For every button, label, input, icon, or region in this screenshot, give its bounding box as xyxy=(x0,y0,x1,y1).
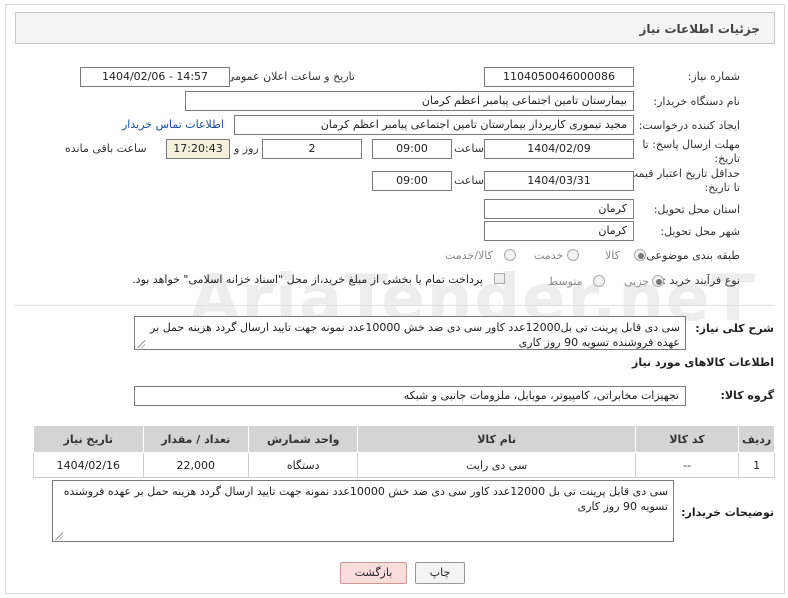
category-option-goods: کالا xyxy=(605,249,620,262)
goods-group-label: گروه کالا: xyxy=(720,389,774,402)
resize-grip-icon[interactable] xyxy=(137,340,145,348)
category-radio-goods-service[interactable] xyxy=(504,249,516,261)
col-header-name: نام کالا xyxy=(357,425,636,453)
buyer-notes-value: سی دی قابل پرینت تی بل 12000عدد کاور سی … xyxy=(63,485,668,513)
remaining-time-value: 17:20:43 xyxy=(173,142,223,155)
goods-section-title: اطلاعات کالاهای مورد نیاز xyxy=(632,356,774,369)
col-header-qty: تعداد / مقدار xyxy=(142,425,249,453)
reply-deadline-label: مهلت ارسال پاسخ: تا xyxy=(642,138,740,151)
buyer-notes-textarea[interactable]: سی دی قابل پرینت تی بل 12000عدد کاور سی … xyxy=(52,480,674,542)
col-header-unit: واحد شمارش xyxy=(247,425,359,453)
delivery-city-value: کرمان xyxy=(598,224,627,237)
remaining-time-label: ساعت باقی مانده xyxy=(65,142,147,155)
cell-row-number: 1 xyxy=(738,452,775,478)
remaining-days-field[interactable]: 2 xyxy=(262,139,362,159)
process-radio-medium[interactable] xyxy=(593,275,605,287)
resize-grip-icon[interactable] xyxy=(55,532,63,540)
price-validity-time-field[interactable]: 09:00 xyxy=(372,171,452,191)
category-radio-goods[interactable] xyxy=(634,249,646,261)
col-header-code: کد کالا xyxy=(634,425,740,453)
goods-group-value: تجهیزات مخابراتی، کامپیوتر، موبایل، ملزو… xyxy=(403,389,679,402)
reply-date-value: 1404/02/09 xyxy=(527,142,591,155)
delivery-province-value: کرمان xyxy=(598,202,627,215)
cell-qty: 22,000 xyxy=(142,452,249,478)
remaining-days-value: 2 xyxy=(308,142,316,155)
reply-deadline-label-2: تاریخ: xyxy=(714,152,740,165)
price-validity-date-value: 1404/03/31 xyxy=(527,174,591,187)
buyer-org-field[interactable]: بیمارستان تامین اجتماعی پیامبر اعظم کرما… xyxy=(185,91,634,111)
cell-unit: دستگاه xyxy=(247,452,359,478)
need-number-label: شماره نیاز: xyxy=(687,70,740,83)
items-table-header-row: ردیف کد کالا نام کالا واحد شمارش تعداد /… xyxy=(33,425,775,453)
process-option-medium: متوسط xyxy=(548,275,583,288)
items-table: ردیف کد کالا نام کالا واحد شمارش تعداد /… xyxy=(33,425,775,478)
reply-time-field[interactable]: 09:00 xyxy=(372,139,452,159)
general-description-textarea[interactable]: سی دی قابل پرینت تی بل12000عدد کاور سی د… xyxy=(134,316,686,350)
need-number-field[interactable]: 1104050046000086 xyxy=(484,67,634,87)
back-button[interactable]: بازگشت xyxy=(340,562,407,584)
process-type-label: نوع فرآیند خرید : xyxy=(662,274,740,287)
buyer-org-value: بیمارستان تامین اجتماعی پیامبر اعظم کرما… xyxy=(421,94,627,107)
category-label: طبقه بندی موضوعی: xyxy=(642,249,740,262)
print-button[interactable]: چاپ xyxy=(415,562,465,584)
category-radio-service[interactable] xyxy=(567,249,579,261)
price-validity-time-value: 09:00 xyxy=(396,174,428,187)
reply-date-field[interactable]: 1404/02/09 xyxy=(484,139,634,159)
category-option-service: خدمت xyxy=(534,249,564,262)
delivery-province-field[interactable]: کرمان xyxy=(484,199,634,219)
requester-value: مجید تیموری کارپرداز بیمارستان تامین اجت… xyxy=(320,118,627,131)
announce-datetime-field[interactable]: 1404/02/06 - 14:57 xyxy=(80,67,230,87)
reply-time-value: 09:00 xyxy=(396,142,428,155)
price-validity-date-field[interactable]: 1404/03/31 xyxy=(484,171,634,191)
announce-datetime-value: 1404/02/06 - 14:57 xyxy=(101,70,209,83)
divider xyxy=(15,305,775,306)
page-title: جزئیات اطلاعات نیاز xyxy=(639,22,760,36)
delivery-city-field[interactable]: کرمان xyxy=(484,221,634,241)
price-validity-time-label: ساعت xyxy=(454,174,484,187)
cell-code: -- xyxy=(634,452,740,478)
requester-field[interactable]: مجید تیموری کارپرداز بیمارستان تامین اجت… xyxy=(234,115,634,135)
cell-name: سی دی رایت xyxy=(357,452,636,478)
requester-label: ایجاد کننده درخواست: xyxy=(638,119,740,132)
general-description-value: سی دی قابل پرینت تی بل12000عدد کاور سی د… xyxy=(150,321,680,349)
remaining-time-field: 17:20:43 xyxy=(166,139,230,159)
page-header: جزئیات اطلاعات نیاز xyxy=(15,12,775,44)
buyer-notes-label: توضیحات خریدار: xyxy=(681,506,774,519)
category-option-goods-service: کالا/خدمت xyxy=(445,249,493,262)
treasury-payment-note: پرداخت تمام یا بخشی از مبلغ خرید،از محل … xyxy=(132,273,483,286)
goods-group-field[interactable]: تجهیزات مخابراتی، کامپیوتر، موبایل، ملزو… xyxy=(134,386,686,406)
reply-time-label: ساعت xyxy=(454,142,484,155)
delivery-city-label: شهر محل تحویل: xyxy=(660,225,740,238)
cell-date: 1404/02/16 xyxy=(33,452,144,478)
general-description-label: شرح کلی نیاز: xyxy=(695,322,774,335)
buyer-contact-link[interactable]: اطلاعات تماس خریدار xyxy=(122,118,224,131)
days-label: روز و xyxy=(234,142,259,155)
process-option-minor: جزیی xyxy=(624,275,650,288)
table-row[interactable]: 1 -- سی دی رایت دستگاه 22,000 1404/02/16 xyxy=(33,452,775,478)
delivery-province-label: استان محل تحویل: xyxy=(653,203,740,216)
treasury-payment-checkbox[interactable] xyxy=(494,273,505,284)
price-validity-label-2: تا تاریخ: xyxy=(704,181,740,194)
col-header-date: تاریخ نیاز xyxy=(33,425,144,453)
price-validity-label: حداقل تاریخ اعتبار قیمت: xyxy=(624,167,740,180)
process-radio-minor[interactable] xyxy=(652,275,664,287)
need-number-value: 1104050046000086 xyxy=(503,70,615,83)
buyer-org-label: نام دستگاه خریدار: xyxy=(653,95,740,108)
announce-datetime-label: تاریخ و ساعت اعلان عمومی: xyxy=(222,70,355,83)
col-header-row-number: ردیف xyxy=(738,425,775,453)
